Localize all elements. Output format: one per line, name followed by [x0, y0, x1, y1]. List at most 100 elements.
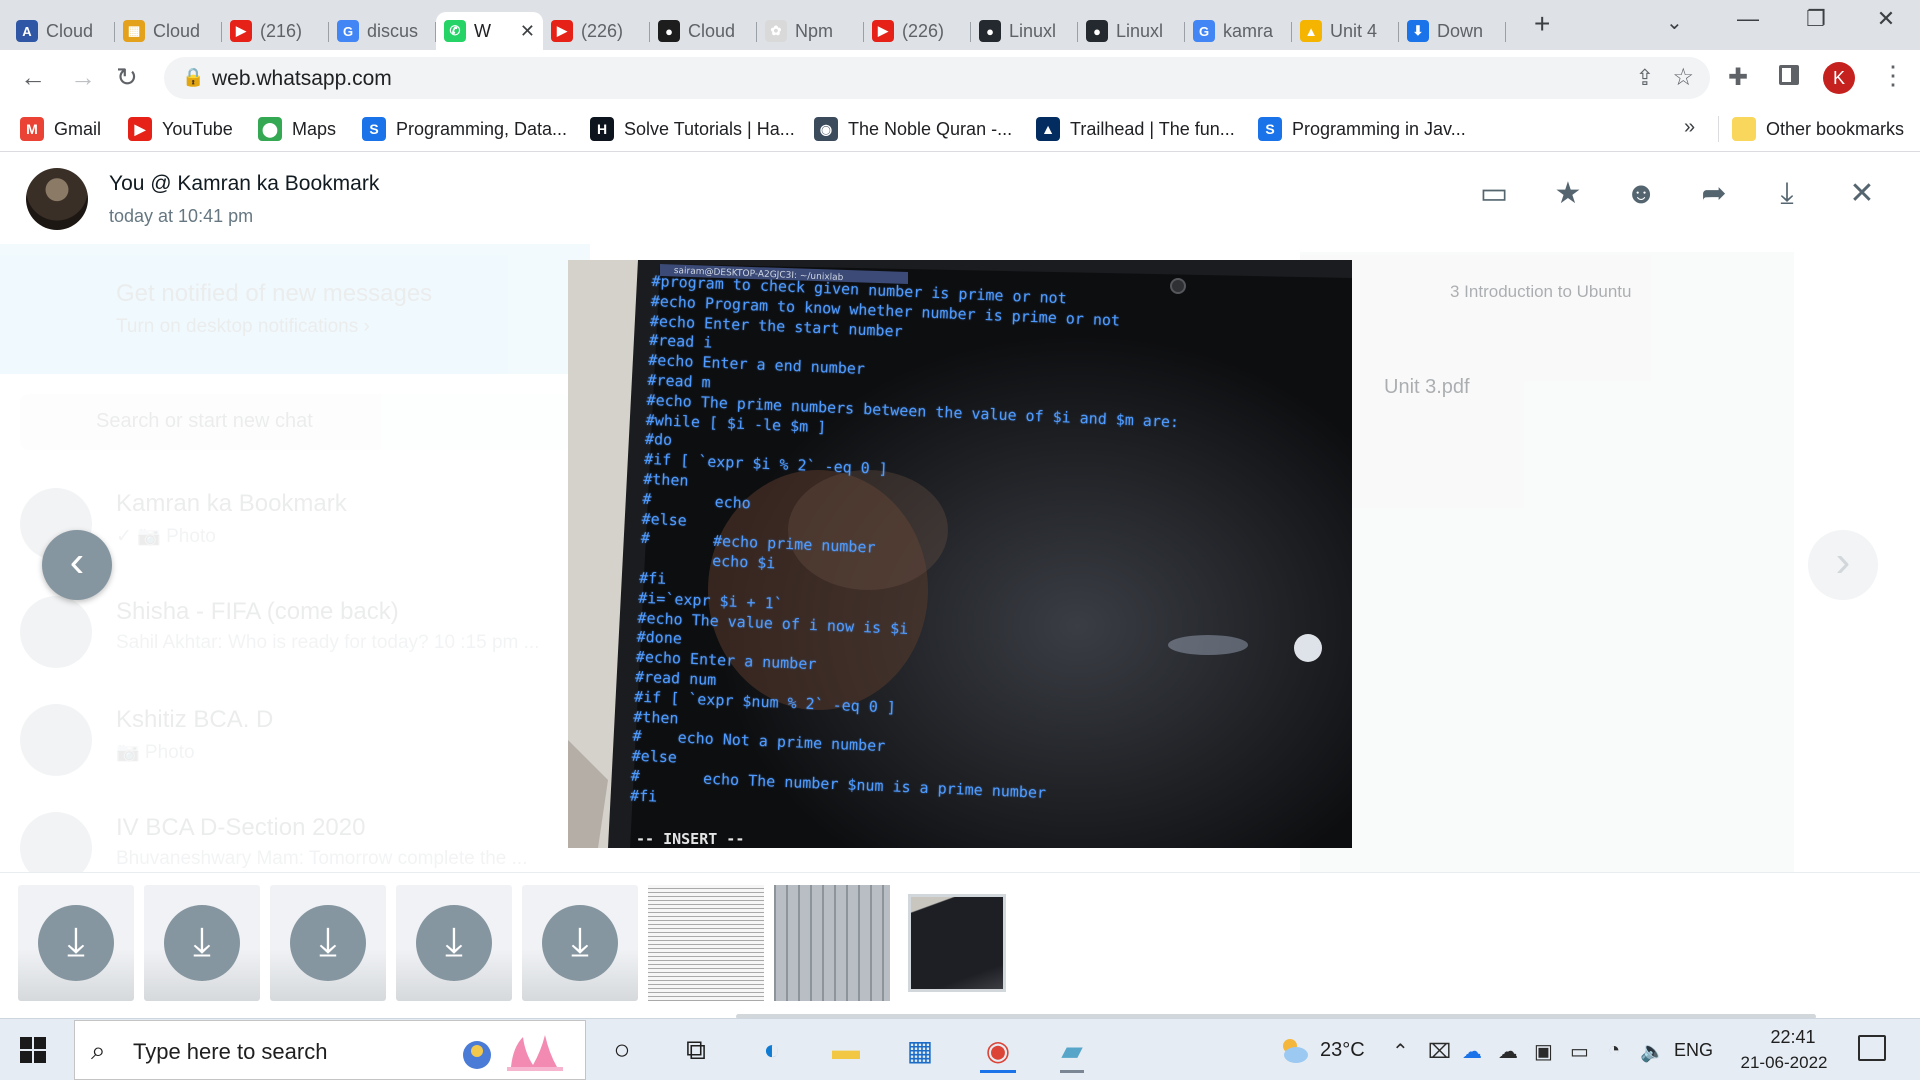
chat-name: Shisha - FIFA (come back) — [116, 598, 399, 625]
file-explorer-icon[interactable]: ▬ — [820, 1027, 872, 1073]
reload-icon[interactable]: ↻ — [116, 62, 138, 93]
store-icon[interactable]: ▦ — [894, 1027, 946, 1073]
tray-overflow-chevron-icon[interactable]: ⌃ — [1392, 1039, 1409, 1064]
cloud-leaf-icon: ● — [658, 20, 680, 42]
bookmark-item[interactable]: ⬤ Maps — [258, 114, 336, 144]
minimize-icon[interactable]: — — [1718, 6, 1778, 32]
tab-download[interactable]: ⬇ Down — [1399, 12, 1506, 50]
share-icon[interactable]: ⇪ — [1636, 65, 1654, 91]
tab-close-icon[interactable]: ✕ — [520, 21, 535, 42]
tab-github[interactable]: ● Linuxl — [1078, 12, 1185, 50]
bookmark-item[interactable]: ◉ The Noble Quran -... — [814, 114, 1012, 144]
profile-avatar[interactable]: K — [1823, 62, 1855, 94]
windows-start-icon[interactable] — [20, 1037, 46, 1063]
close-window-icon[interactable]: ✕ — [1856, 6, 1916, 32]
tab-npm[interactable]: ✿ Npm — [757, 12, 864, 50]
bookmark-item[interactable]: S Programming, Data... — [362, 114, 567, 144]
youtube-icon: ▶ — [128, 117, 152, 141]
bookmark-item[interactable]: ▶ YouTube — [128, 114, 233, 144]
notepad-icon[interactable]: ▰ — [1046, 1027, 1098, 1073]
previous-media-button[interactable]: ‹ — [42, 530, 112, 600]
media-thumbnail-download[interactable]: ⤓ — [396, 885, 512, 1001]
battery-icon[interactable]: ▭ — [1570, 1039, 1589, 1064]
edge-icon[interactable]: ◐ — [746, 1027, 798, 1073]
avatar — [26, 168, 88, 230]
tab-search-chevron-icon[interactable]: ⌄ — [1666, 10, 1683, 35]
address-bar[interactable]: 🔒 web.whatsapp.com ⇪ ☆ — [164, 57, 1710, 99]
url-text[interactable]: web.whatsapp.com — [212, 67, 392, 91]
tab-title: Cloud — [688, 20, 736, 41]
tab-youtube[interactable]: ▶ (216) — [222, 12, 329, 50]
clock-time[interactable]: 22:41 — [1762, 1027, 1824, 1048]
tab-youtube[interactable]: ▶ (226) — [543, 12, 650, 50]
tab-title: W — [474, 20, 491, 41]
chrome-icon[interactable]: ◉ — [972, 1027, 1024, 1073]
task-view-icon[interactable]: ⧉ — [670, 1027, 722, 1073]
temperature-label[interactable]: 23°C — [1320, 1039, 1365, 1062]
new-tab-button[interactable]: + — [1534, 8, 1550, 40]
next-media-button[interactable]: › — [1808, 530, 1878, 600]
extensions-puzzle-icon[interactable]: ✚ — [1728, 63, 1748, 92]
tab-title: (216) — [260, 20, 303, 41]
onedrive-personal-icon[interactable]: ☁ — [1498, 1039, 1518, 1064]
tab-google[interactable]: Gkamra — [1185, 12, 1292, 50]
media-thumbnail-current[interactable] — [908, 894, 1006, 992]
cortana-icon[interactable]: ○ — [596, 1027, 648, 1073]
display-icon[interactable]: ▣ — [1534, 1039, 1553, 1064]
code-line: #else — [641, 509, 688, 530]
code-line: #do — [644, 430, 673, 450]
forward-arrow-icon[interactable]: → — [70, 62, 96, 93]
code-line: #else — [631, 746, 678, 767]
bookmark-item[interactable]: ▲ Trailhead | The fun... — [1036, 114, 1235, 144]
reply-icon[interactable]: ▭ — [1474, 174, 1514, 214]
forward-icon[interactable]: ➦ — [1694, 174, 1734, 214]
media-thumbnail-table[interactable] — [648, 885, 764, 1001]
media-thumbnail-download[interactable]: ⤓ — [18, 885, 134, 1001]
code-line: #read m — [647, 370, 712, 392]
background-doc-preview: 3 Introduction to Ubuntu Unit 3.pdf — [1300, 252, 1794, 892]
tab-github[interactable]: ● Linuxl — [971, 12, 1078, 50]
taskbar-search-box[interactable]: ⌕ Type here to search — [74, 1020, 586, 1080]
bookmarks-divider — [1718, 116, 1719, 142]
tab-google[interactable]: Gdiscus — [329, 12, 436, 50]
tab-whatsapp[interactable]: ✆ W ✕ — [436, 12, 543, 50]
media-thumbnail-table[interactable] — [774, 885, 890, 1001]
restore-icon[interactable]: ❐ — [1786, 6, 1846, 32]
kebab-menu-icon[interactable]: ⋮ — [1880, 60, 1906, 91]
more-bookmarks-chevron[interactable]: » — [1684, 116, 1695, 139]
download-icon: ⤓ — [416, 905, 492, 981]
side-panel-icon[interactable] — [1779, 65, 1799, 85]
download-icon[interactable]: ⤓ — [1767, 174, 1807, 214]
emoji-icon[interactable]: ☻ — [1621, 174, 1661, 214]
media-image[interactable]: sairam@DESKTOP-A2GJC3I: ~/unixlab #progr… — [568, 260, 1352, 848]
meet-now-icon[interactable]: ⌧ — [1428, 1039, 1451, 1064]
notification-center-icon[interactable] — [1858, 1035, 1886, 1061]
tab-title: Cloud — [46, 20, 94, 41]
star-icon[interactable]: ★ — [1548, 174, 1588, 214]
google-drive-icon: ▲ — [1300, 20, 1322, 42]
tab-cloud-app[interactable]: A Cloud — [8, 12, 115, 50]
tab-youtube[interactable]: ▶ (226) — [864, 12, 971, 50]
bookmark-item[interactable]: H Solve Tutorials | Ha... — [590, 114, 795, 144]
tab-cloud-leaf[interactable]: ● Cloud — [650, 12, 757, 50]
volume-icon[interactable]: 🔈 — [1640, 1039, 1665, 1064]
chat-last-message: 📷 Photo — [116, 742, 195, 763]
media-thumbnail-download[interactable]: ⤓ — [144, 885, 260, 1001]
bookmark-item[interactable]: S Programming in Jav... — [1258, 114, 1466, 144]
tab-google-drive[interactable]: ▲ Unit 4 — [1292, 12, 1399, 50]
tab-cloud-stack[interactable]: ▦ Cloud — [115, 12, 222, 50]
bookmark-star-icon[interactable]: ☆ — [1672, 63, 1694, 92]
media-thumbnail-download[interactable]: ⤓ — [270, 885, 386, 1001]
chat-last-message: ✓ 📷 Photo — [116, 526, 216, 547]
language-indicator[interactable]: ENG — [1674, 1040, 1713, 1061]
weather-cloud-sun-icon[interactable] — [1276, 1033, 1310, 1067]
close-icon[interactable]: ✕ — [1842, 174, 1882, 214]
wifi-icon[interactable]: ◔ — [1608, 1039, 1620, 1062]
lock-icon[interactable]: 🔒 — [182, 67, 204, 88]
media-thumbnail-download[interactable]: ⤓ — [522, 885, 638, 1001]
bookmark-item[interactable]: M Gmail — [20, 114, 101, 144]
back-arrow-icon[interactable]: ← — [20, 62, 46, 93]
other-bookmarks-folder[interactable]: Other bookmarks — [1732, 114, 1904, 144]
clock-date[interactable]: 21-06-2022 — [1734, 1053, 1834, 1073]
onedrive-cloud-icon[interactable]: ☁ — [1462, 1039, 1482, 1064]
